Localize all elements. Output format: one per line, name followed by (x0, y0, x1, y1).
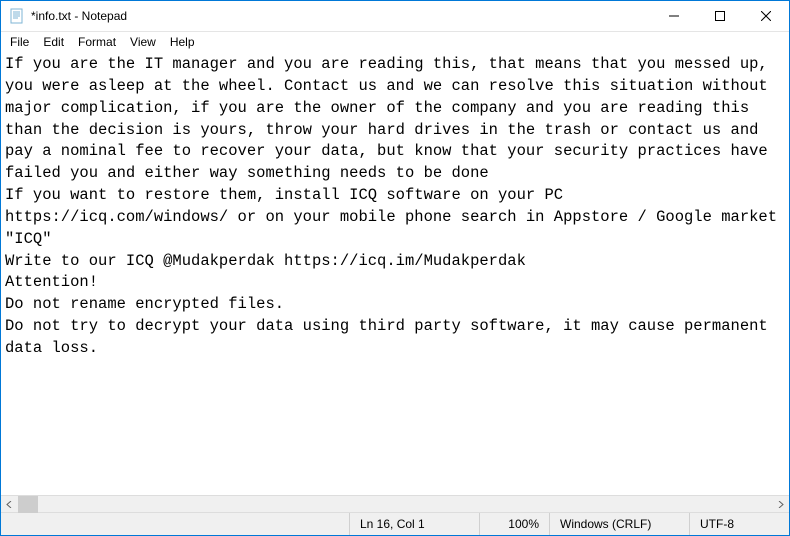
close-button[interactable] (743, 1, 789, 32)
status-position: Ln 16, Col 1 (349, 513, 479, 535)
text-editor[interactable]: If you are the IT manager and you are re… (1, 52, 789, 495)
titlebar: *info.txt - Notepad (1, 1, 789, 32)
scroll-left-arrow[interactable] (1, 496, 18, 513)
window-title: *info.txt - Notepad (31, 9, 651, 23)
menubar: File Edit Format View Help (1, 32, 789, 52)
scroll-thumb[interactable] (18, 496, 38, 513)
menu-file[interactable]: File (3, 34, 36, 50)
notepad-icon (9, 8, 25, 24)
maximize-button[interactable] (697, 1, 743, 32)
scroll-track[interactable] (18, 496, 772, 513)
scroll-right-arrow[interactable] (772, 496, 789, 513)
menu-help[interactable]: Help (163, 34, 202, 50)
status-eol: Windows (CRLF) (549, 513, 689, 535)
window-controls (651, 1, 789, 32)
menu-format[interactable]: Format (71, 34, 123, 50)
status-zoom: 100% (479, 513, 549, 535)
menu-edit[interactable]: Edit (36, 34, 71, 50)
statusbar: Ln 16, Col 1 100% Windows (CRLF) UTF-8 (1, 512, 789, 535)
horizontal-scrollbar[interactable] (1, 495, 789, 512)
minimize-button[interactable] (651, 1, 697, 32)
status-encoding: UTF-8 (689, 513, 789, 535)
menu-view[interactable]: View (123, 34, 163, 50)
